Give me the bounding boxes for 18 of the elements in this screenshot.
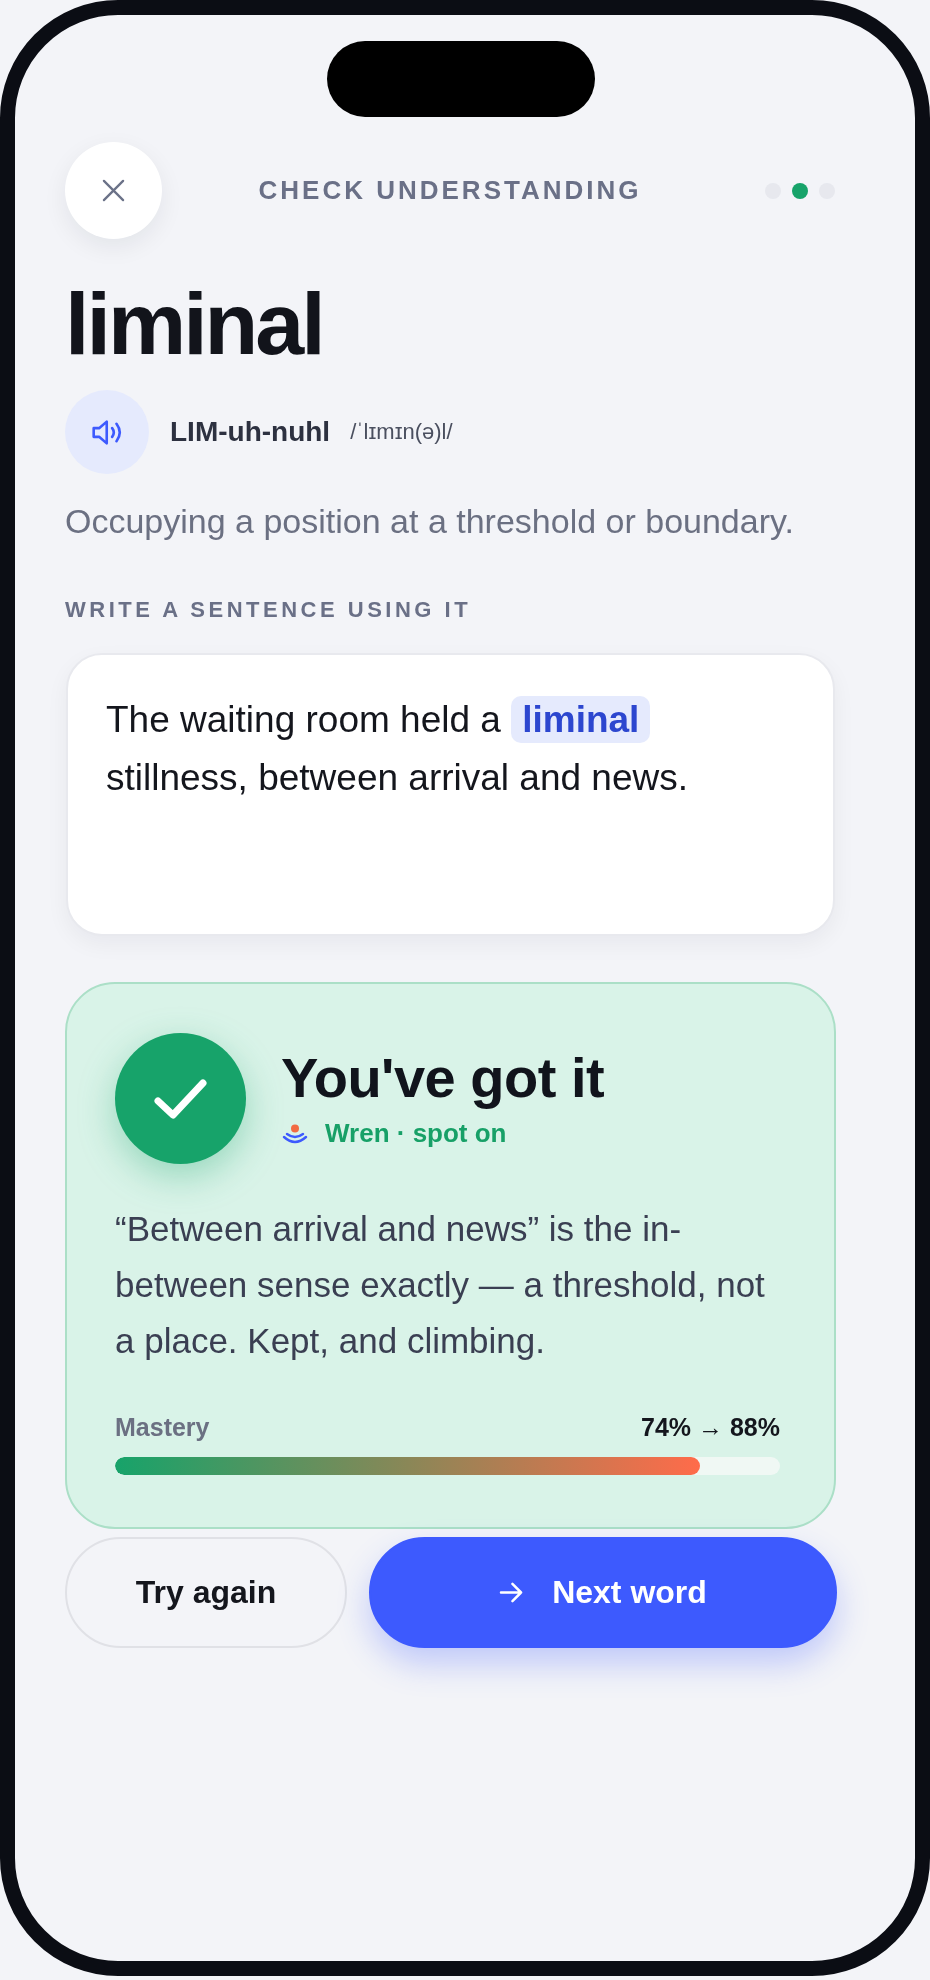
respelling: LIM-uh-nuhl — [170, 416, 331, 448]
speaker-icon — [92, 419, 122, 445]
feedback-title: You've got it — [281, 1048, 605, 1108]
feedback-source: Wren · spot on — [325, 1118, 507, 1149]
screen-title: CHECK UNDERSTANDING — [258, 175, 642, 206]
section-label: WRITE A SENTENCE USING IT — [65, 597, 472, 623]
retry-button[interactable]: Try again — [65, 1537, 347, 1648]
answer-box[interactable]: The waiting room held a liminal stillness, between arrival and news. — [66, 653, 835, 936]
mastery-label: Mastery — [115, 1412, 210, 1442]
tutor-logo-icon — [281, 1123, 309, 1144]
next-button[interactable]: Next word — [369, 1537, 837, 1648]
phonetic-transcription: /ˈlɪmɪn(ə)l/ — [350, 419, 453, 445]
close-icon — [102, 179, 125, 202]
feedback-message: “Between arrival and news” is the in-between sense exactly — a threshold, not a place. Kept, and climbing. — [115, 1208, 766, 1362]
arrow-right-icon — [499, 1582, 525, 1603]
headword: liminal — [65, 280, 323, 368]
mastery-reading: 74% → 88% — [641, 1412, 780, 1442]
definition: Occupying a position at a threshold or boundary. — [65, 501, 794, 542]
